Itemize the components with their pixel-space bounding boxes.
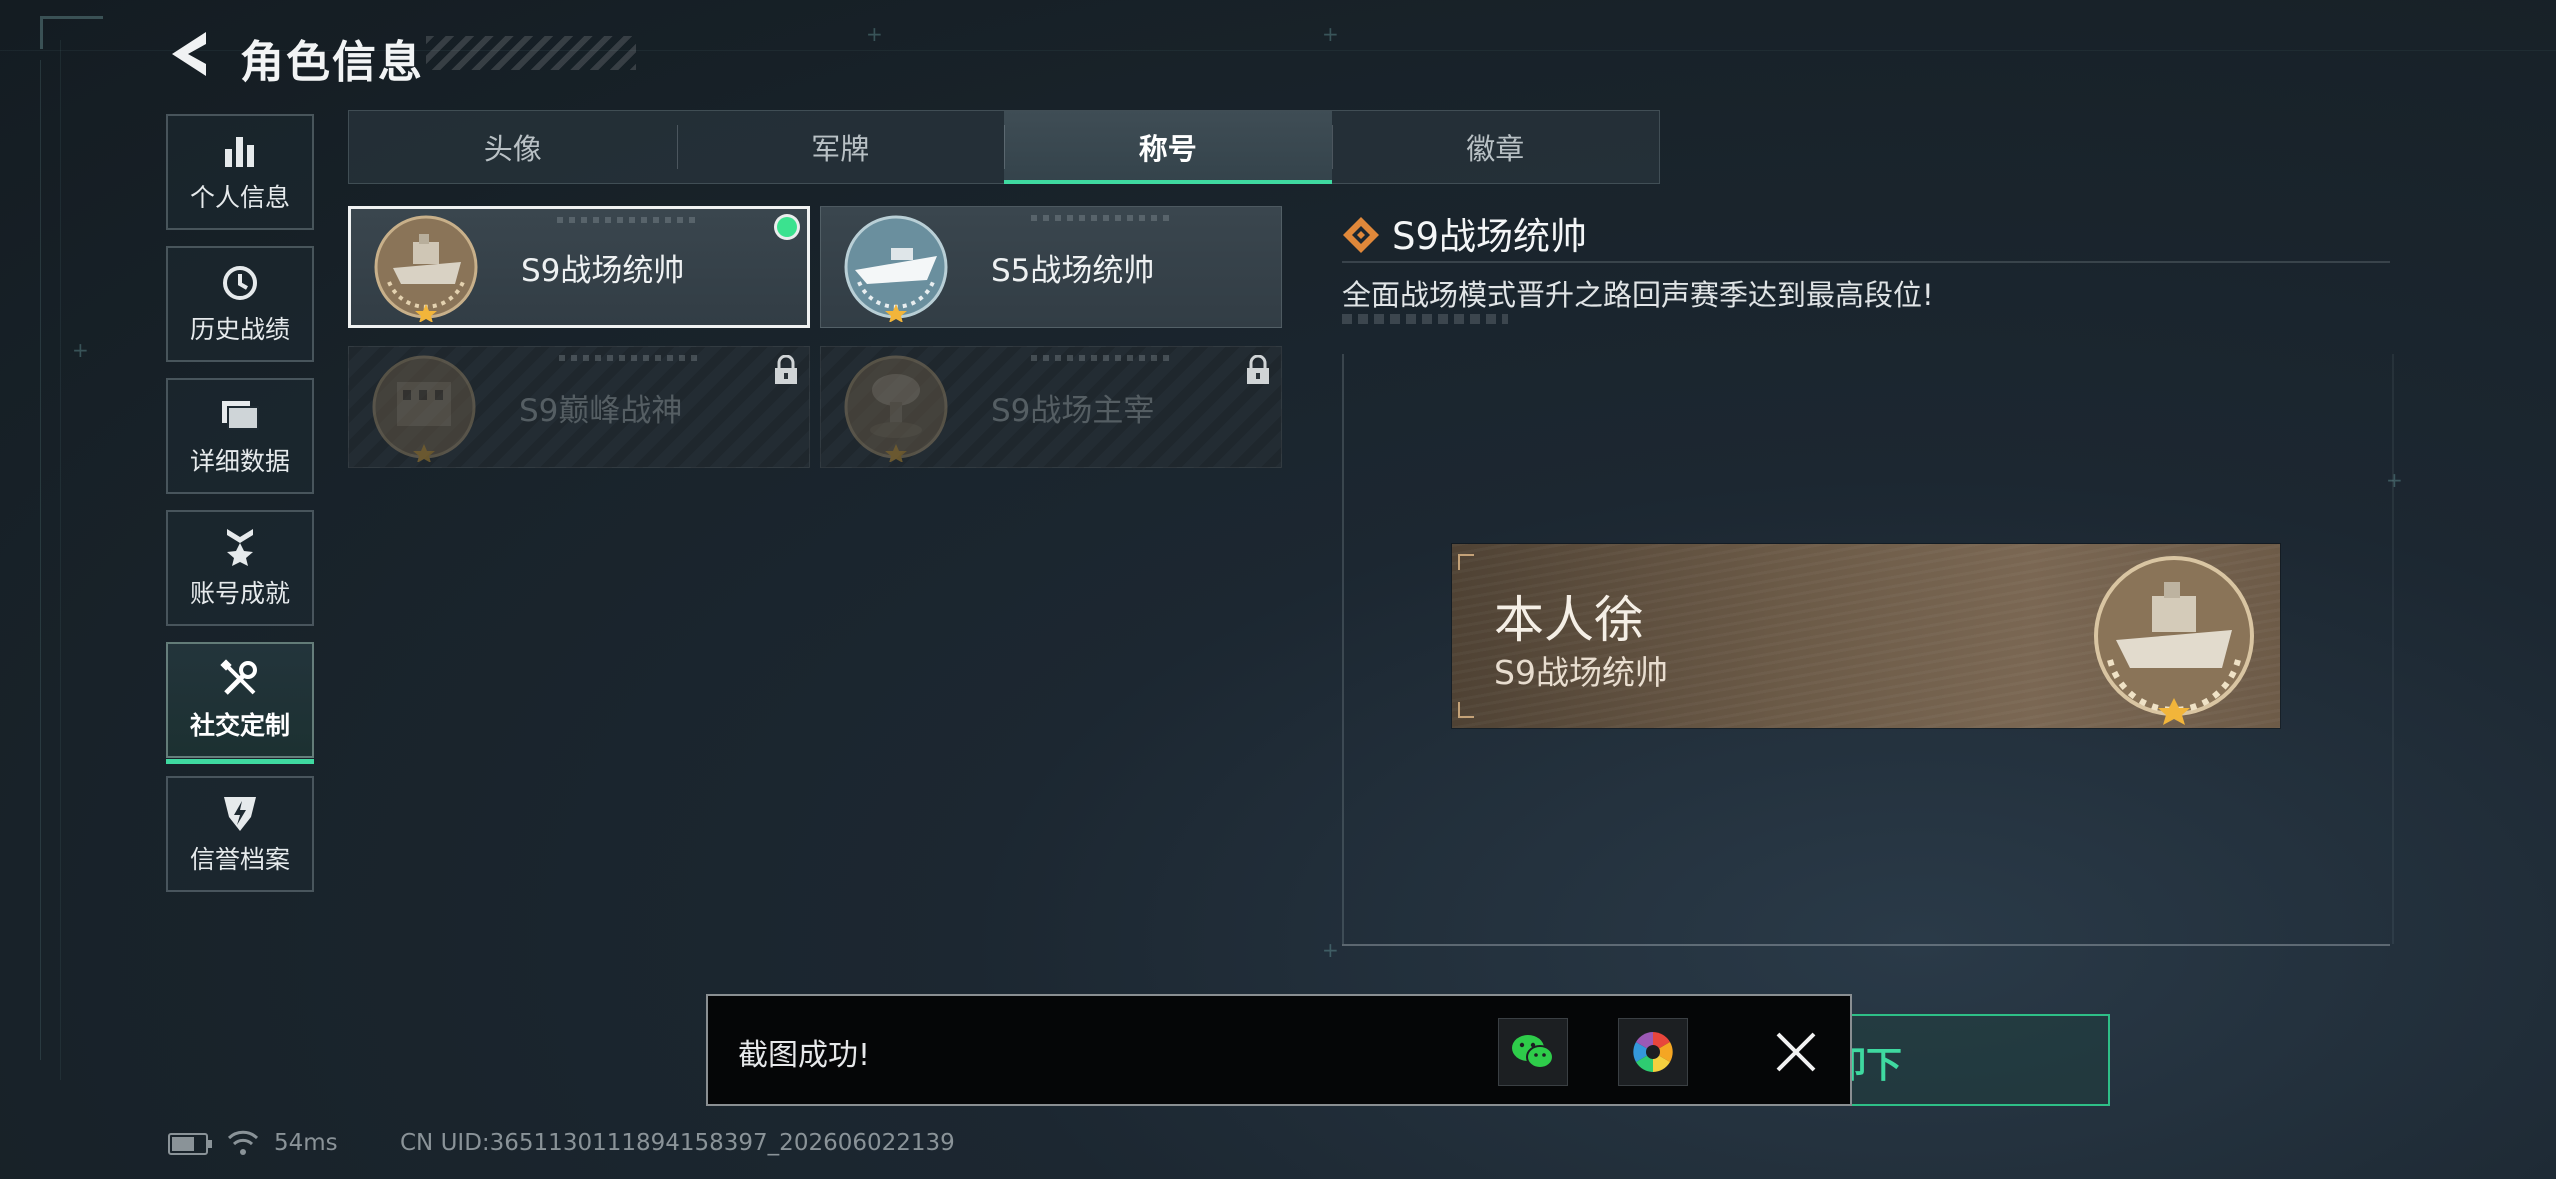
equipped-indicator <box>777 217 797 237</box>
wifi-icon <box>227 1130 259 1155</box>
boat-medal-icon <box>844 215 948 322</box>
ship-medal-icon <box>374 215 478 322</box>
preview-bottom-line <box>1342 944 2390 946</box>
tab-dog-tag[interactable]: 军牌 <box>676 111 1005 183</box>
title-card-name: S9巅峰战神 <box>519 392 683 429</box>
page-title: 角色信息 <box>240 37 424 88</box>
sidebar-item-history[interactable]: 历史战绩 <box>166 246 314 362</box>
close-icon[interactable] <box>1766 1022 1826 1082</box>
crosshair-decoration: + <box>1322 938 1339 962</box>
tab-avatar[interactable]: 头像 <box>349 111 677 183</box>
nameplate-preview: 本人徐 S9战场统帅 <box>1452 544 2280 728</box>
preview-player-name: 本人徐 <box>1494 591 1644 649</box>
plate-corner <box>1458 702 1474 718</box>
sidebar-item-label: 账号成就 <box>189 579 290 608</box>
crosshair-decoration: + <box>1322 22 1339 46</box>
sidebar-item-achievements[interactable]: 账号成就 <box>166 510 314 626</box>
sidebar-item-credit-record[interactable]: 信誉档案 <box>166 776 314 892</box>
building-medal-icon <box>372 355 476 462</box>
bar-chart-icon <box>219 130 261 172</box>
folder-icon <box>219 394 261 436</box>
preview-title: S9战场统帅 <box>1494 653 1668 692</box>
sidebar-item-personal-info[interactable]: 个人信息 <box>166 114 314 230</box>
title-diamond-icon <box>1343 217 1379 253</box>
frame-line-left <box>40 60 41 1060</box>
tab-badge[interactable]: 徽章 <box>1331 111 1660 183</box>
sidebar-item-label: 信誉档案 <box>189 845 290 874</box>
color-wheel-icon <box>1633 1032 1673 1072</box>
sidebar-item-label: 详细数据 <box>189 447 290 476</box>
corner-bracket-top-left <box>40 16 103 49</box>
wechat-icon <box>1512 1035 1554 1069</box>
medal-icon <box>219 526 261 568</box>
crosshair-decoration: + <box>72 338 89 362</box>
frame-line-left-inner <box>60 40 61 1080</box>
sidebar-item-label: 社交定制 <box>189 711 290 740</box>
tools-icon <box>219 658 261 700</box>
card-dash-decoration <box>557 217 697 223</box>
title-card-s9-commander[interactable]: S9战场统帅 <box>348 206 810 328</box>
detail-title: S9战场统帅 <box>1392 215 1588 258</box>
title-card-name: S9战场主宰 <box>991 392 1155 429</box>
card-dash-decoration <box>559 355 699 361</box>
shield-bolt-icon <box>219 792 261 834</box>
category-tabs: 头像 军牌 称号 徽章 <box>348 110 1660 184</box>
screenshot-toast: 截图成功! <box>706 994 1852 1106</box>
detail-description: 全面战场模式晋升之路回声赛季达到最高段位! <box>1342 278 1934 312</box>
title-card-name: S5战场统帅 <box>991 252 1155 289</box>
ping-text: 54ms <box>274 1130 338 1156</box>
title-stripe-decoration <box>426 36 636 70</box>
card-dash-decoration <box>1031 355 1171 361</box>
sidebar-item-social-custom[interactable]: 社交定制 <box>166 642 314 764</box>
explosion-medal-icon <box>844 355 948 462</box>
lock-icon <box>775 355 797 384</box>
share-album-button[interactable] <box>1618 1018 1688 1086</box>
battery-icon <box>168 1133 212 1155</box>
sidebar-item-label: 历史战绩 <box>189 315 290 344</box>
plate-corner <box>1458 554 1474 570</box>
back-arrow-icon <box>172 32 206 76</box>
share-wechat-button[interactable] <box>1498 1018 1568 1086</box>
detail-code-decoration <box>1342 314 1508 324</box>
title-card-s9-peak-god[interactable]: S9巅峰战神 <box>348 346 810 468</box>
tab-title[interactable]: 称号 <box>1004 111 1332 184</box>
sidebar-item-detailed-data[interactable]: 详细数据 <box>166 378 314 494</box>
toast-message: 截图成功! <box>738 1038 871 1073</box>
clock-icon <box>219 262 261 304</box>
title-card-name: S9战场统帅 <box>521 252 685 289</box>
crosshair-decoration: + <box>866 22 883 46</box>
sidebar-item-label: 个人信息 <box>189 183 290 212</box>
uid-text: CN UID:3651130111894158397_202606022139 <box>400 1130 955 1156</box>
lock-icon <box>1247 355 1269 384</box>
back-button[interactable] <box>166 28 214 80</box>
title-card-s5-commander[interactable]: S5战场统帅 <box>820 206 1282 328</box>
ship-medal-icon <box>2094 556 2254 725</box>
card-dash-decoration <box>1031 215 1171 221</box>
title-card-s9-dominator[interactable]: S9战场主宰 <box>820 346 1282 468</box>
detail-divider <box>1342 261 2390 263</box>
